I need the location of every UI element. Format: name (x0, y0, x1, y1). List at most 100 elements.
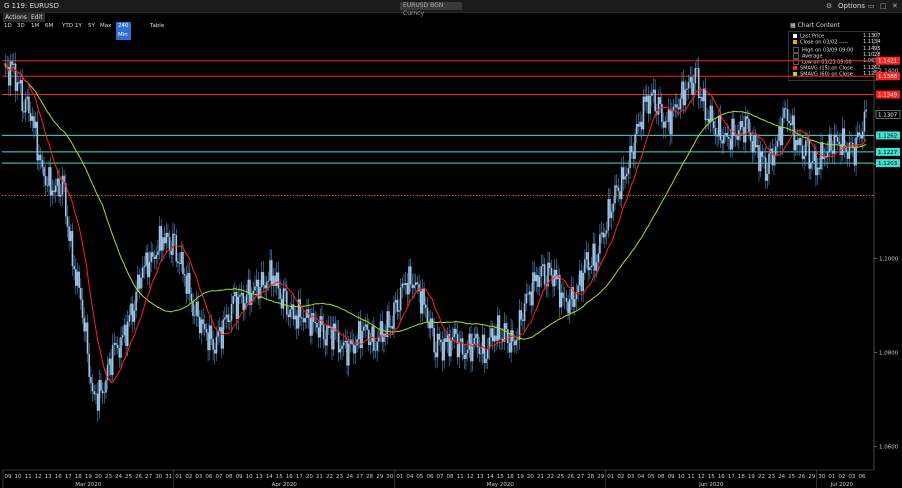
price-bar-body (540, 266, 543, 277)
x-tick-label: 28 (366, 474, 373, 480)
x-tick-label: 25 (557, 474, 564, 480)
price-bar-body (801, 145, 804, 160)
month-label: Jul 2020 (830, 482, 854, 488)
price-bar-body (190, 293, 193, 302)
price-bar-body (267, 280, 270, 282)
price-bar-body (141, 267, 144, 278)
price-bar-body (686, 88, 688, 90)
price-bar-body (726, 132, 728, 137)
price-bar-body (90, 376, 92, 384)
price-bar-body (585, 252, 588, 260)
x-tick-label: 26 (567, 474, 574, 480)
price-bar-body (717, 115, 720, 137)
price-bar-body (101, 390, 104, 394)
price-bar-body (617, 187, 620, 192)
month-label: May 2020 (487, 482, 515, 488)
x-tick-label: 29 (376, 474, 383, 480)
last-price-label: 1.1307 (878, 112, 898, 118)
price-bar-body (485, 358, 487, 364)
price-bar-body (150, 252, 152, 263)
price-bar-body (729, 138, 732, 150)
x-tick-label: 12 (35, 474, 42, 480)
price-bar-body (493, 335, 496, 342)
price-bar-body (723, 135, 725, 144)
price-bar-body (431, 318, 434, 328)
x-tick-label: 08 (658, 474, 665, 480)
x-tick-label: 17 (728, 474, 735, 480)
price-bar-body (865, 109, 867, 112)
price-bar-body (505, 323, 507, 330)
price-bar-body (753, 135, 755, 153)
price-bar-body (639, 121, 641, 127)
price-bar-body (398, 310, 400, 312)
price-bar-body (652, 89, 655, 93)
price-bar-body (148, 262, 151, 278)
x-tick-label: 17 (65, 474, 72, 480)
price-bar-body (81, 299, 84, 318)
price-bar-body (31, 116, 34, 121)
price-bar-body (766, 173, 769, 181)
price-bar-body (200, 319, 203, 334)
price-bar-body (841, 128, 844, 155)
price-bar-body (478, 347, 481, 355)
price-bar-body (213, 349, 216, 354)
price-bar-body (736, 135, 739, 140)
price-bar-body (716, 134, 718, 137)
price-bar-body (619, 191, 621, 199)
price-bar-body (644, 96, 646, 102)
x-tick-label: 01 (396, 474, 403, 480)
price-bar-body (210, 325, 213, 339)
x-tick-label: 02 (185, 474, 192, 480)
price-bar-body (173, 233, 176, 236)
price-bar-body (681, 81, 683, 99)
price-bar-body (208, 325, 211, 351)
price-bar-body (203, 324, 206, 330)
price-bar-body (697, 68, 700, 99)
price-bar-body (183, 274, 186, 276)
price-bar-body (13, 63, 15, 65)
price-bar-body (98, 380, 101, 411)
price-bar-body (542, 264, 544, 267)
price-bar-body (528, 291, 531, 295)
price-bar-body (205, 329, 208, 333)
x-tick-label: 21 (537, 474, 544, 480)
price-bar-body (669, 109, 672, 135)
price-bar-body (369, 341, 372, 346)
price-bar-body (145, 252, 147, 266)
price-bar-body (322, 324, 325, 340)
price-bar-body (532, 272, 534, 306)
price-bar-body (224, 317, 226, 320)
x-tick-label: 31 (165, 474, 172, 480)
price-bar-body (170, 250, 173, 255)
price-bar-body (522, 319, 524, 322)
price-bar-body (818, 167, 821, 170)
price-bar-body (592, 243, 595, 266)
price-bar-body (29, 113, 32, 121)
price-bar-body (54, 185, 57, 193)
x-tick-label: 18 (507, 474, 514, 480)
price-bar-body (339, 349, 342, 353)
price-bar-body (254, 286, 256, 291)
price-bar-body (317, 327, 320, 338)
price-bar-body (220, 327, 223, 349)
price-chart[interactable]: 1.06001.08001.10001.12001.14000910111213… (0, 0, 902, 488)
price-bar-body (83, 317, 85, 332)
price-bar-body (234, 292, 236, 296)
price-bar-body (563, 297, 566, 299)
price-bar-body (232, 295, 235, 304)
price-bar-body (389, 326, 392, 328)
price-bar-body (282, 288, 285, 309)
price-bar-body (517, 339, 519, 341)
price-bar-body (188, 272, 191, 294)
price-bar-body (450, 340, 452, 357)
x-tick-label: 12 (467, 474, 474, 480)
x-tick-label: 09 (5, 474, 12, 480)
price-bar-body (352, 344, 355, 354)
price-bar-body (23, 111, 25, 113)
x-tick-label: 10 (15, 474, 22, 480)
level-label: 1.1421 (878, 59, 897, 65)
price-bar-body (466, 349, 469, 354)
month-label: Jun 2020 (698, 482, 724, 488)
price-bar-body (786, 109, 789, 121)
price-bar-body (463, 354, 466, 359)
